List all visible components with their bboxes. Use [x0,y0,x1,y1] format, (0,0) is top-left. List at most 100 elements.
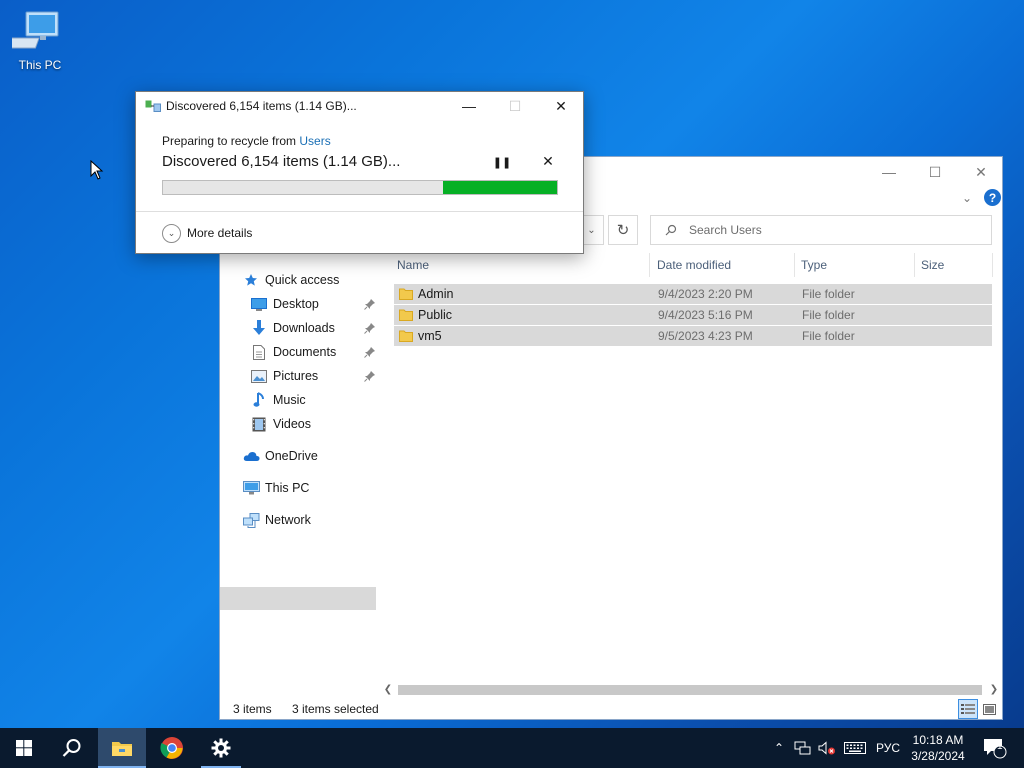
touch-keyboard-button[interactable] [842,728,868,768]
nav-item-documents[interactable]: Documents [250,341,376,363]
source-folder-link[interactable]: Users [299,134,330,148]
dialog-divider [136,211,583,212]
help-button[interactable]: ? [984,189,1001,206]
nav-item-videos[interactable]: Videos [250,413,311,435]
gear-icon [211,738,231,758]
search-input[interactable]: Search Users [650,215,992,245]
large-icons-view-button[interactable] [980,699,998,719]
nav-item-label: Quick access [265,273,340,287]
expand-ribbon-button[interactable]: ⌄ [962,191,976,205]
network-tray-icon [794,741,811,755]
column-header-date[interactable]: Date modified [653,253,795,277]
more-details-label: More details [187,226,253,240]
folder-icon [399,309,413,321]
horizontal-scrollbar[interactable]: ❮ ❯ [380,682,1004,697]
file-name: Public [418,308,453,322]
nav-item-label: OneDrive [265,449,318,463]
this-pc-icon [4,11,59,49]
status-selected-count: 3 items selected [292,702,379,716]
cancel-operation-button[interactable]: ✕ [540,153,556,169]
maximize-button[interactable]: ☐ [912,157,958,187]
file-list: Admin 9/4/2023 2:20 PM File folder Publi… [394,284,992,347]
nav-item-desktop[interactable]: Desktop [250,293,376,315]
cloud-icon [242,448,260,464]
folder-icon [399,330,413,342]
file-explorer-icon [112,742,132,756]
file-name: Admin [418,287,454,301]
nav-item-label: Downloads [273,321,335,335]
nav-item-label: Desktop [273,297,319,311]
desktop-icon-this-pc[interactable]: This PC [4,8,68,78]
column-header-label: Date modified [657,258,732,272]
scroll-right-arrow-icon[interactable]: ❯ [988,682,1000,697]
scroll-left-arrow-icon[interactable]: ❮ [382,682,394,697]
taskbar-settings[interactable] [197,728,245,768]
show-hidden-icons-button[interactable]: ⌃ [770,728,788,768]
nav-item-this-pc[interactable]: This PC [242,477,309,499]
nav-item-label: Pictures [273,369,319,383]
file-date: 9/4/2023 2:20 PM [658,287,753,301]
pin-icon [364,371,375,382]
file-type: File folder [802,308,855,322]
status-bar: 3 items 3 items selected [220,699,1002,719]
column-header-label: Name [397,258,430,272]
dialog-status-text: Discovered 6,154 items (1.14 GB)... [162,153,401,170]
chevron-down-icon: ⌄ [162,223,181,243]
column-header-size[interactable]: Size [917,253,993,277]
search-icon [665,224,677,236]
file-row-public[interactable]: Public 9/4/2023 5:16 PM File folder [394,305,992,325]
details-view-button[interactable] [958,699,978,719]
subtitle-prefix: Preparing to recycle from [162,134,300,148]
pin-icon [364,347,375,358]
dialog-minimize-button[interactable]: — [446,92,492,120]
pause-button[interactable]: ❚❚ [493,154,511,170]
document-icon [250,344,268,360]
search-icon [62,739,81,757]
nav-item-quick-access[interactable]: Quick access [242,269,339,291]
clock[interactable]: 10:18 AM 3/28/2024 [906,732,970,764]
more-details-toggle[interactable]: ⌄ More details [162,223,252,243]
file-row-admin[interactable]: Admin 9/4/2023 2:20 PM File folder [394,284,992,304]
file-operation-icon [145,100,161,112]
input-language-button[interactable]: РУС [872,728,904,768]
start-button[interactable] [0,728,48,768]
refresh-button[interactable]: ↻ [608,215,638,245]
dialog-title: Discovered 6,154 items (1.14 GB)... [166,99,357,113]
file-row-vm5[interactable]: vm5 9/5/2023 4:23 PM File folder [394,326,992,346]
column-header-label: Size [921,258,945,272]
volume-muted-icon [818,741,835,755]
input-language-label: РУС [875,741,901,755]
scrollbar-thumb[interactable] [398,685,982,695]
clock-date: 3/28/2024 [911,749,965,763]
volume-tray-button[interactable] [816,728,838,768]
mouse-cursor-icon [90,160,104,180]
nav-item-pictures[interactable]: Pictures [250,365,376,387]
computer-icon [242,480,260,496]
nav-item-network[interactable]: Network [242,509,311,531]
file-date: 9/4/2023 5:16 PM [658,308,753,322]
nav-item-label: Documents [273,345,337,359]
navigation-pane: Quick access Desktop Downloads Documents [220,267,378,687]
nav-item-downloads[interactable]: Downloads [250,317,376,339]
dialog-close-button[interactable]: ✕ [538,92,584,120]
file-date: 9/5/2023 4:23 PM [658,329,753,343]
action-center-button[interactable]: 1 [980,728,1010,768]
close-button[interactable]: ✕ [958,157,1004,187]
progress-bar [162,180,558,195]
column-header-type[interactable]: Type [797,253,915,277]
desktop-icon-label: This PC [18,58,62,72]
dialog-subtitle: Preparing to recycle from Users [162,134,331,148]
nav-item-onedrive[interactable]: OneDrive [242,445,318,467]
taskbar-chrome[interactable] [148,728,196,768]
nav-item-music[interactable]: Music [250,389,306,411]
taskbar: ⌃ РУС 10:18 AM 3/28/2024 1 [0,728,1024,768]
nav-item-label: This PC [265,481,310,495]
picture-icon [250,368,268,384]
clock-time: 10:18 AM [912,733,964,747]
taskbar-search-button[interactable] [48,728,96,768]
network-tray-button[interactable] [792,728,814,768]
taskbar-file-explorer[interactable] [98,728,146,768]
column-header-name[interactable]: Name [393,253,650,277]
minimize-button[interactable]: — [866,157,912,187]
recycle-progress-dialog: Discovered 6,154 items (1.14 GB)... — ☐ … [135,91,584,254]
